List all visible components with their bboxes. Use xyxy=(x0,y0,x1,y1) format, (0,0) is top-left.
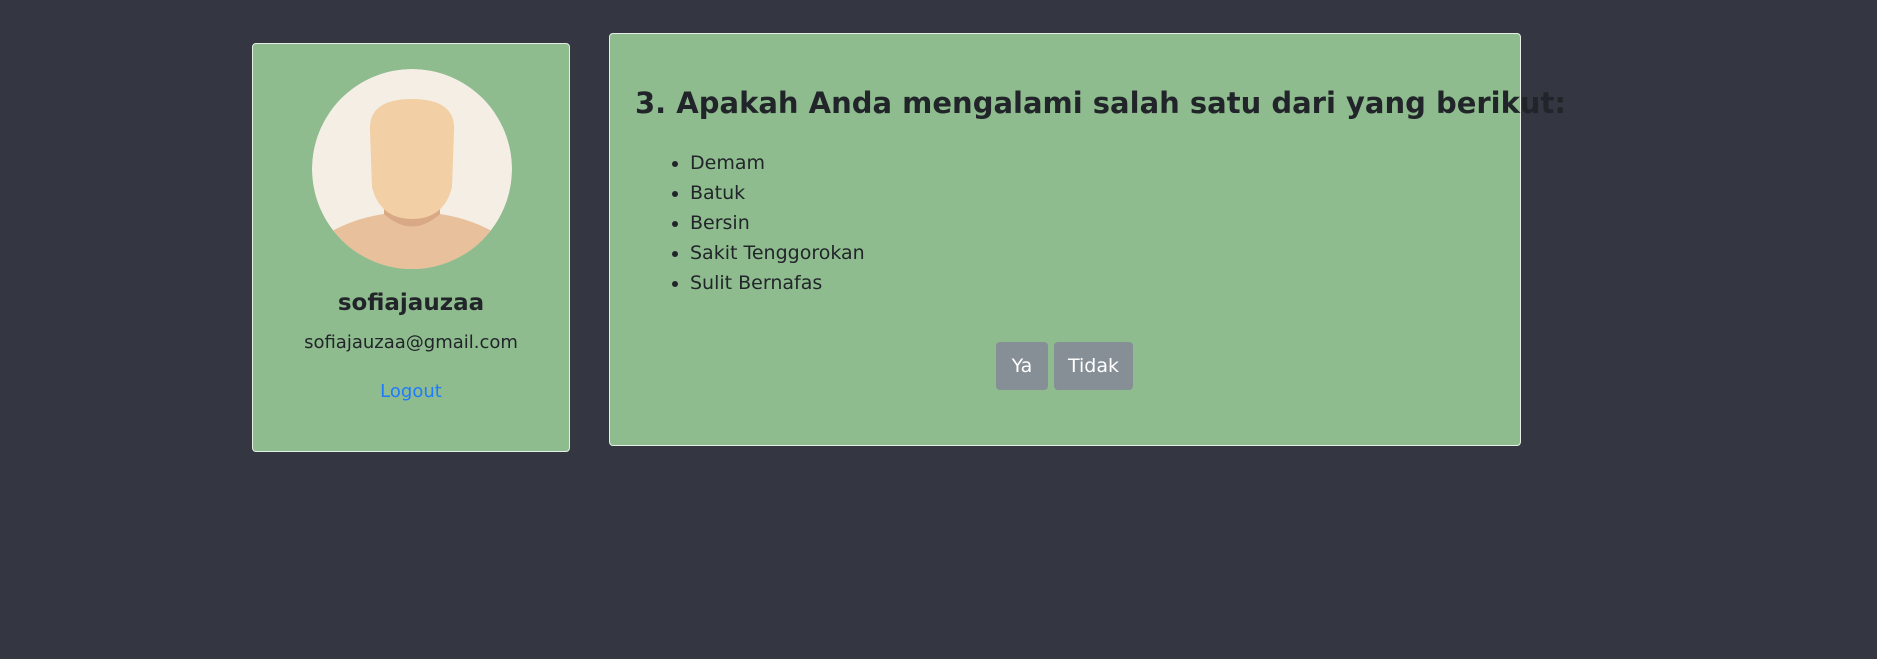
question-title: 3. Apakah Anda mengalami salah satu dari… xyxy=(635,86,1567,120)
symptom-list: Demam Batuk Bersin Sakit Tenggorokan Sul… xyxy=(638,148,865,298)
logout-link[interactable]: Logout xyxy=(253,381,569,402)
symptom-item: Demam xyxy=(690,148,865,178)
answer-buttons: Ya Tidak xyxy=(996,342,1133,390)
question-card: 3. Apakah Anda mengalami salah satu dari… xyxy=(609,33,1566,446)
symptom-item: Bersin xyxy=(690,208,865,238)
user-avatar-icon xyxy=(312,69,512,269)
username: sofiajauzaa xyxy=(337,290,485,316)
yes-button[interactable]: Ya xyxy=(996,342,1048,390)
profile-card: sofiajauzaa sofiajauzaa@gmail.com Logout xyxy=(252,43,570,452)
symptom-item: Sakit Tenggorokan xyxy=(690,238,865,268)
symptom-item: Sulit Bernafas xyxy=(690,268,865,298)
user-email: sofiajauzaa@gmail.com xyxy=(304,332,518,353)
symptom-item: Batuk xyxy=(690,178,865,208)
no-button[interactable]: Tidak xyxy=(1054,342,1133,390)
